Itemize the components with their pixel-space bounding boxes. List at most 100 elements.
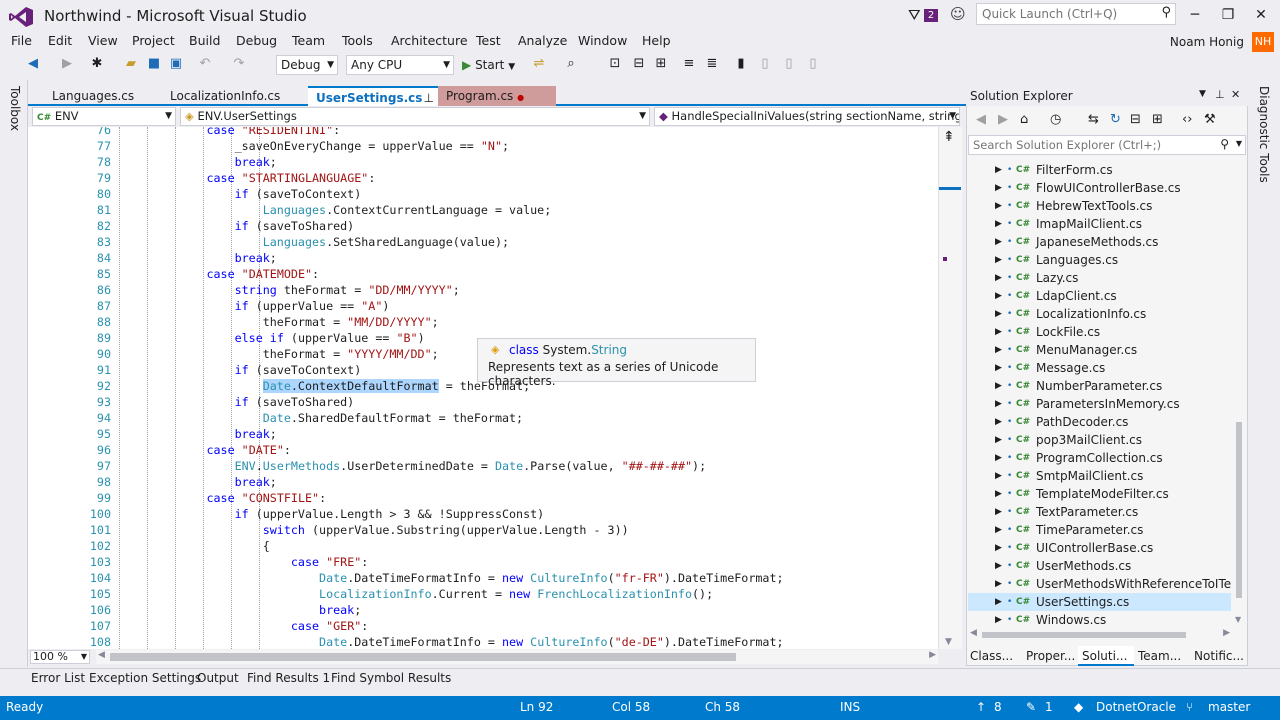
expand-arrow-icon[interactable]: ▶ [995, 179, 1002, 197]
quick-launch-input[interactable] [977, 4, 1149, 24]
expand-arrow-icon[interactable]: ▶ [995, 557, 1002, 575]
menu-team[interactable]: Team [292, 33, 325, 48]
home-icon[interactable]: ⌂ [1020, 112, 1028, 127]
code-text[interactable]: Languages.SetSharedLanguage(value); [122, 234, 509, 250]
browser-link-icon[interactable]: ⇌ [530, 55, 548, 73]
save-all-icon[interactable]: ▣ [167, 55, 185, 73]
code-text[interactable]: theFormat = "YYYY/MM/DD"; [122, 346, 439, 362]
solution-tree-item[interactable]: ▶ • C# pop3MailClient.cs [968, 431, 1231, 449]
expand-arrow-icon[interactable]: ▶ [995, 287, 1002, 305]
scroll-right-arrow-icon[interactable]: ▶ [1223, 628, 1230, 638]
split-window-icon[interactable]: ⇞ [943, 129, 955, 145]
expand-arrow-icon[interactable]: ▶ [995, 251, 1002, 269]
menu-file[interactable]: File [11, 33, 32, 48]
restore-button[interactable]: ❐ [1213, 4, 1243, 26]
quick-launch-box[interactable]: ⚲ [976, 3, 1176, 25]
code-text[interactable]: case "GER": [122, 618, 368, 634]
solution-tree-item[interactable]: ▶ • C# LdapClient.cs [968, 287, 1231, 305]
next-bookmark-icon[interactable]: ▯ [780, 55, 798, 73]
tab-languages[interactable]: Languages.cs [44, 86, 162, 106]
user-name[interactable]: Noam Honig [1170, 35, 1244, 49]
code-text[interactable]: case "DATEMODE": [122, 266, 319, 282]
code-line[interactable]: 83 Languages.SetSharedLanguage(value); [28, 234, 938, 250]
arrow-up-icon[interactable]: ↑ [976, 700, 986, 714]
scroll-left-arrow-icon[interactable]: ◀ [98, 650, 105, 660]
code-line[interactable]: 79 case "STARTINGLANGUAGE": [28, 170, 938, 186]
tab-solution-explorer[interactable]: Soluti... [1078, 646, 1134, 666]
solution-tree-item[interactable]: ▶ • C# UserMethodsWithReferenceToITextS [968, 575, 1231, 593]
code-line[interactable]: 82 if (saveToShared) [28, 218, 938, 234]
tab-properties[interactable]: Proper... [1022, 646, 1078, 666]
tab-team-explorer[interactable]: Team... [1134, 646, 1190, 666]
code-line[interactable]: 103 case "FRE": [28, 554, 938, 570]
solution-tree-item[interactable]: ▶ • C# Languages.cs [968, 251, 1231, 269]
show-all-files-icon[interactable]: ⊞ [1152, 112, 1163, 127]
code-text[interactable]: Date.DateTimeFormatInfo = new CultureInf… [122, 634, 783, 649]
expand-arrow-icon[interactable]: ▶ [995, 233, 1002, 251]
code-text[interactable]: case "STARTINGLANGUAGE": [122, 170, 375, 186]
tab-class-view[interactable]: Class... [966, 646, 1022, 666]
auto-hide-pin-icon[interactable]: ⊥ [1215, 88, 1225, 101]
code-line[interactable]: 105 LocalizationInfo.Current = new Frenc… [28, 586, 938, 602]
window-position-dropdown-icon[interactable]: ▼ [1199, 89, 1206, 99]
find-in-files-icon[interactable]: ⌕ [562, 55, 580, 73]
redo-icon[interactable]: ↷ [230, 55, 248, 73]
code-text[interactable]: if (saveToContext) [122, 186, 362, 202]
expand-arrow-icon[interactable]: ▶ [995, 611, 1002, 629]
save-icon[interactable]: ■ [145, 55, 163, 73]
repository-icon[interactable]: ◆ [1074, 700, 1083, 714]
menu-build[interactable]: Build [189, 33, 220, 48]
configuration-dropdown[interactable]: Debug ▼ [276, 55, 338, 75]
repository-name[interactable]: DotnetOracle [1096, 700, 1176, 714]
sync-with-document-icon[interactable]: ⇆ [1088, 112, 1099, 127]
solution-tree-item[interactable]: ▶ • C# ImapMailClient.cs [968, 215, 1231, 233]
member-dropdown[interactable]: ◆ HandleSpecialIniValues(string sectionN… [654, 107, 960, 126]
collapse-all-icon[interactable]: ⊟ [1130, 112, 1141, 127]
navigate-forward-icon[interactable]: ▶ [58, 55, 76, 73]
zoom-level-dropdown[interactable]: 100 % ▼ [30, 650, 90, 664]
expand-arrow-icon[interactable]: ▶ [995, 341, 1002, 359]
solution-tree-item[interactable]: ▶ • C# UserMethods.cs [968, 557, 1231, 575]
menu-project[interactable]: Project [132, 33, 175, 48]
notifications-filter-icon[interactable]: ⛛ [908, 6, 921, 24]
search-icon[interactable]: ⚲ [1161, 5, 1171, 20]
code-text[interactable]: Date.DateTimeFormatInfo = new CultureInf… [122, 570, 783, 586]
code-text[interactable]: if (saveToShared) [122, 394, 355, 410]
code-text[interactable]: break; [122, 426, 277, 442]
solution-tree-item[interactable]: ▶ • C# Message.cs [968, 359, 1231, 377]
tab-exception-settings[interactable]: Exception Settings [89, 671, 201, 685]
expand-arrow-icon[interactable]: ▶ [995, 359, 1002, 377]
start-debugging-button[interactable]: ▶ Start ▼ [462, 55, 515, 75]
code-text[interactable]: { [122, 538, 270, 554]
code-text[interactable]: LocalizationInfo.Current = new FrenchLoc… [122, 586, 713, 602]
code-text[interactable]: ENV.UserMethods.UserDeterminedDate = Dat… [122, 458, 707, 474]
solution-tree-item[interactable]: ▶ • C# TemplateModeFilter.cs [968, 485, 1231, 503]
project-dropdown[interactable]: C# ENV ▼ [32, 107, 176, 126]
code-line[interactable]: 76 case "RESIDENTINI": [28, 127, 938, 138]
horizontal-scroll-thumb[interactable] [110, 653, 736, 661]
code-line[interactable]: 94 Date.SharedDefaultFormat = theFormat; [28, 410, 938, 426]
scroll-right-arrow-icon[interactable]: ▶ [929, 650, 936, 660]
menu-edit[interactable]: Edit [48, 33, 72, 48]
code-line[interactable]: 107 case "GER": [28, 618, 938, 634]
expand-arrow-icon[interactable]: ▶ [995, 593, 1002, 611]
code-line[interactable]: 85 case "DATEMODE": [28, 266, 938, 282]
tab-usersettings[interactable]: UserSettings.cs ⊥ ✕ [308, 86, 448, 106]
pending-changes-filter-icon[interactable]: ◷ [1050, 112, 1061, 127]
code-text[interactable]: if (upperValue == "A") [122, 298, 390, 314]
expand-arrow-icon[interactable]: ▶ [995, 323, 1002, 341]
code-line[interactable]: 78 break; [28, 154, 938, 170]
code-line[interactable]: 81 Languages.ContextCurrentLanguage = va… [28, 202, 938, 218]
tab-localizationinfo[interactable]: LocalizationInfo.cs [162, 86, 308, 106]
solution-tree-item[interactable]: ▶ • C# ProgramCollection.cs [968, 449, 1231, 467]
tab-output[interactable]: Output [197, 671, 239, 685]
code-line[interactable]: 104 Date.DateTimeFormatInfo = new Cultur… [28, 570, 938, 586]
code-line[interactable]: 93 if (saveToShared) [28, 394, 938, 410]
scroll-left-arrow-icon[interactable]: ◀ [970, 628, 977, 638]
properties-wrench-icon[interactable]: ⚒ [1204, 112, 1216, 127]
new-project-icon[interactable]: ✱ [88, 55, 106, 73]
pencil-icon[interactable]: ✎ [1026, 700, 1036, 714]
view-code-icon[interactable]: ‹› [1182, 112, 1192, 127]
solution-tree-item[interactable]: ▶ • C# NumberParameter.cs [968, 377, 1231, 395]
expand-arrow-icon[interactable]: ▶ [995, 485, 1002, 503]
